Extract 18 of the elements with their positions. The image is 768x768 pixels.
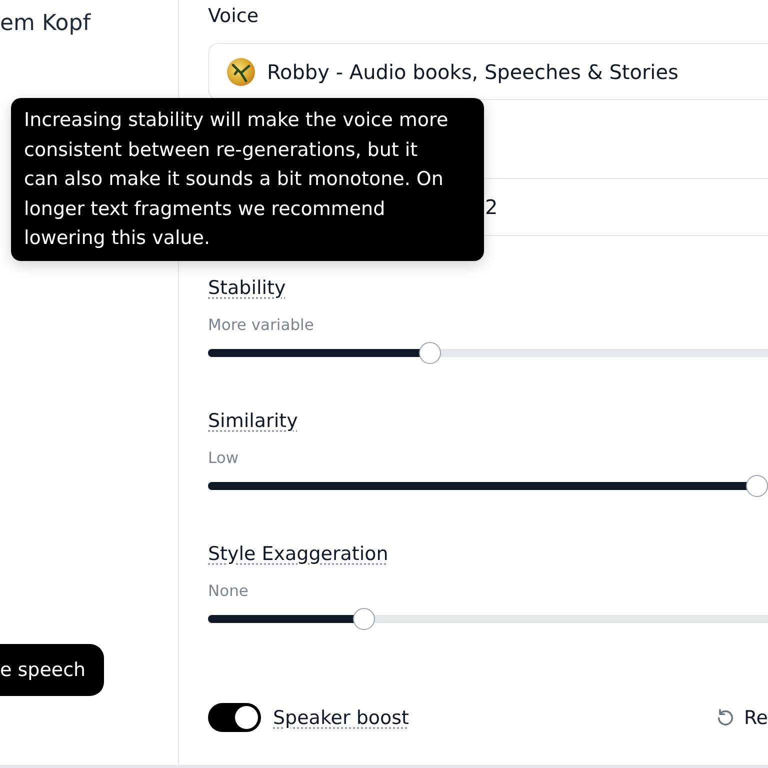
- toggle-label: Speaker boost: [273, 706, 409, 728]
- reset-button[interactable]: Re: [716, 706, 768, 728]
- speech-button[interactable]: e speech: [0, 644, 104, 696]
- slider-label: Similarity: [208, 410, 298, 432]
- slider-hint: None: [208, 582, 248, 600]
- speaker-boost-toggle[interactable]: [208, 703, 261, 732]
- slider-thumb[interactable]: [746, 475, 768, 497]
- slider-label: Style Exaggeration: [208, 543, 388, 565]
- reset-icon: [716, 708, 735, 727]
- slider-label: Stability: [208, 277, 286, 299]
- slider-hint: More variable: [208, 316, 314, 334]
- slider-thumb[interactable]: [353, 608, 376, 630]
- slider-thumb[interactable]: [418, 342, 441, 364]
- slider-hint: Low: [208, 449, 239, 467]
- voice-label: Voice: [208, 5, 259, 27]
- sidebar-heading: em Kopf: [0, 10, 90, 37]
- tooltip: Increasing stability will make the voice more consistent between re-generations, but it can also make it sounds a bit monotone. On longer text fragments we recommend lowering this value.: [11, 98, 484, 261]
- voice-avatar-icon: [227, 58, 255, 86]
